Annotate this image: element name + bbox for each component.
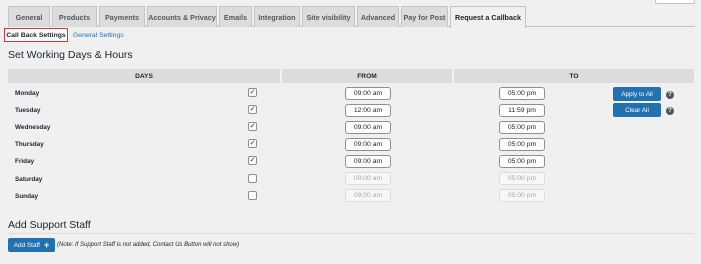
day-checkbox[interactable]: ✓ [248, 156, 257, 165]
from-time-input[interactable]: 09:00 am [345, 138, 391, 151]
top-search-input[interactable] [655, 0, 695, 4]
day-label: Wednesday [15, 124, 51, 131]
subtab-general-settings[interactable]: General Settings [73, 28, 124, 42]
to-time-input[interactable]: 05:00 pm [499, 87, 545, 100]
day-checkbox[interactable] [248, 191, 257, 200]
tab-integration[interactable]: Integration [254, 6, 300, 27]
from-time-input[interactable]: 09:00 am [345, 189, 391, 202]
working-hours-heading: Set Working Days & Hours [8, 49, 133, 61]
clear-all-button[interactable]: Clear All [613, 103, 661, 117]
days-column-header: DAYS [8, 69, 282, 83]
day-label: Monday [15, 90, 40, 97]
to-time-input[interactable]: 11:59 pm [499, 104, 545, 117]
to-column-header: TO [454, 69, 694, 83]
tab-pay-for-post[interactable]: Pay for Post [401, 6, 448, 27]
day-checkbox[interactable]: ✓ [248, 122, 257, 131]
from-time-input[interactable]: 09:00 am [345, 172, 391, 185]
day-checkbox[interactable]: ✓ [248, 139, 257, 148]
tab-emails[interactable]: Emails [219, 6, 252, 27]
tab-advanced[interactable]: Advanced [357, 6, 399, 27]
to-time-input[interactable]: 05:00 pm [499, 172, 545, 185]
settings-tab-bar: General Products Payments Accounts & Pri… [8, 6, 695, 28]
day-label: Saturday [15, 176, 43, 183]
day-label: Sunday [15, 193, 39, 200]
day-checkbox[interactable] [248, 174, 257, 183]
tab-site-visibility[interactable]: Site visibility [302, 6, 355, 27]
help-icon[interactable]: ? [666, 107, 674, 115]
day-checkbox[interactable]: ✓ [248, 105, 257, 114]
apply-to-all-button[interactable]: Apply to All [613, 87, 661, 101]
from-time-input[interactable]: 09:00 am [345, 121, 391, 134]
from-time-input[interactable]: 09:00 am [345, 87, 391, 100]
tab-products[interactable]: Products [52, 6, 97, 27]
from-time-input[interactable]: 12:00 am [345, 104, 391, 117]
to-time-input[interactable]: 05:00 pm [499, 121, 545, 134]
help-icon[interactable]: ? [666, 91, 674, 99]
from-column-header: FROM [282, 69, 454, 83]
to-time-input[interactable]: 05:00 pm [499, 189, 545, 202]
day-label: Thursday [15, 141, 44, 148]
day-label: Tuesday [15, 107, 41, 114]
tab-accounts-privacy[interactable]: Accounts & Privacy [147, 6, 217, 27]
section-divider [8, 233, 694, 234]
hours-table-header: DAYS FROM TO [8, 69, 694, 83]
day-label: Friday [15, 158, 35, 165]
subtab-call-back-settings[interactable]: Call Back Settings [4, 28, 68, 42]
day-checkbox[interactable]: ✓ [248, 88, 257, 97]
support-staff-note: (Note: If Support Staff is not added, Co… [57, 242, 240, 248]
to-time-input[interactable]: 05:00 pm [499, 155, 545, 168]
tab-general[interactable]: General [8, 6, 50, 27]
from-time-input[interactable]: 09:00 am [345, 155, 391, 168]
plus-icon: + [43, 239, 50, 250]
add-staff-label: Add Staff [13, 241, 40, 249]
support-staff-heading: Add Support Staff [8, 219, 91, 231]
tab-request-callback[interactable]: Request a Callback [450, 6, 526, 28]
add-staff-button[interactable]: Add Staff + [8, 238, 55, 252]
tab-payments[interactable]: Payments [99, 6, 145, 27]
to-time-input[interactable]: 05:00 pm [499, 138, 545, 151]
